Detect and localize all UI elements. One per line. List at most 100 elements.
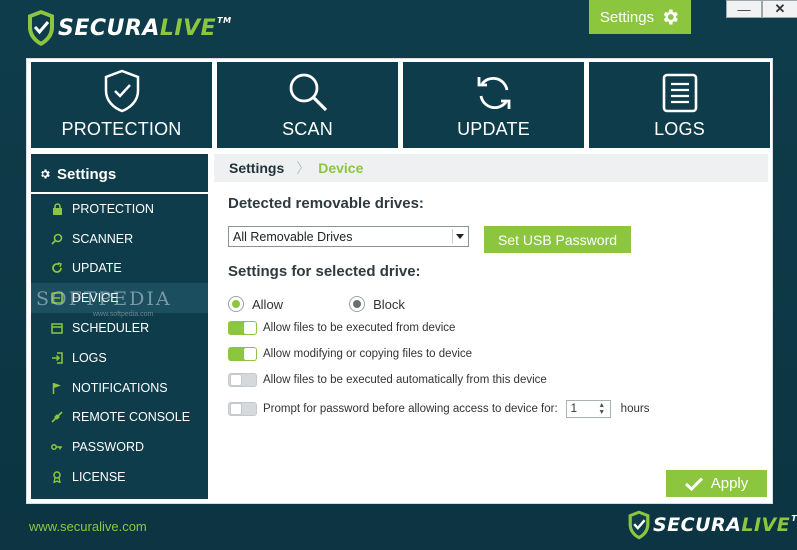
logo-trademark: TM bbox=[217, 15, 232, 25]
toggle-knob bbox=[244, 322, 256, 334]
magnifier-icon bbox=[289, 73, 327, 112]
hours-value: 1 bbox=[570, 403, 578, 415]
allow-radio[interactable] bbox=[228, 296, 244, 312]
tile-logs[interactable]: LOGS bbox=[589, 62, 770, 148]
tile-scan[interactable]: SCAN bbox=[217, 62, 398, 148]
sidebar-item-license[interactable]: LICENSE bbox=[31, 462, 208, 492]
hours-stepper[interactable]: 1 ▲ ▼ bbox=[565, 400, 611, 418]
execute-files-label: Allow files to be executed from device bbox=[263, 322, 456, 334]
drive-select-value: All Removable Drives bbox=[233, 229, 353, 244]
sidebar-item-label: SCANNER bbox=[72, 231, 134, 246]
minimize-icon: — bbox=[737, 1, 751, 17]
option-prompt-row: Prompt for password before allowing acce… bbox=[228, 400, 649, 418]
sidebar-item-protection[interactable]: PROTECTION bbox=[31, 194, 208, 224]
badge-icon bbox=[50, 470, 64, 484]
refresh-icon bbox=[50, 261, 64, 275]
settings-button[interactable]: Settings bbox=[589, 0, 691, 34]
footer-logo: SECURALIVETM bbox=[627, 509, 797, 541]
stepper-up-icon[interactable]: ▲ bbox=[598, 402, 605, 409]
toggle-knob bbox=[230, 403, 242, 415]
search-icon bbox=[50, 232, 64, 246]
remote-icon bbox=[50, 410, 64, 424]
gear-icon bbox=[41, 169, 50, 179]
option-autorun-row: Allow files to be executed automatically… bbox=[228, 373, 547, 387]
apply-button-label: Apply bbox=[710, 475, 749, 492]
toggle-knob bbox=[244, 348, 256, 360]
securalive-logo: SECURALIVETM bbox=[26, 8, 232, 48]
apply-button[interactable]: Apply bbox=[666, 470, 767, 497]
main-panel: PROTECTION SCAN UPDATE LOGS Settings PRO… bbox=[26, 58, 773, 504]
footer-logo-text: SECURALIVETM bbox=[653, 514, 797, 536]
checkmark-icon bbox=[684, 476, 703, 491]
autorun-toggle[interactable] bbox=[228, 373, 257, 387]
tile-logs-label: LOGS bbox=[654, 119, 705, 139]
sidebar-item-notifications[interactable]: NOTIFICATIONS bbox=[31, 373, 208, 403]
lock-icon bbox=[50, 202, 64, 216]
toggle-knob bbox=[230, 374, 242, 386]
sidebar-item-label: UPDATE bbox=[72, 261, 122, 276]
tile-scan-label: SCAN bbox=[282, 119, 333, 139]
drive-select[interactable]: All Removable Drives bbox=[228, 226, 469, 247]
close-icon: ✕ bbox=[774, 1, 786, 16]
sidebar-item-update[interactable]: UPDATE bbox=[31, 254, 208, 284]
minimize-button[interactable]: — bbox=[726, 0, 762, 18]
sidebar-header-inner: Settings bbox=[31, 156, 208, 192]
sidebar-item-remote-console[interactable]: REMOTE CONSOLE bbox=[31, 403, 208, 433]
execute-files-toggle[interactable] bbox=[228, 321, 257, 335]
allow-radio-dot bbox=[232, 300, 240, 308]
block-radio[interactable] bbox=[349, 296, 366, 312]
list-icon bbox=[662, 73, 697, 113]
app-window: SECURALIVETM Settings — ✕ PROTECTION SCA… bbox=[0, 0, 797, 550]
sidebar-header: Settings bbox=[31, 156, 208, 194]
sidebar-item-label: LICENSE bbox=[72, 470, 126, 485]
logo-text-right: LIVE bbox=[159, 15, 217, 41]
refresh-icon bbox=[477, 77, 510, 109]
tile-update[interactable]: UPDATE bbox=[403, 62, 584, 148]
watermark-url: www.softpedia.com bbox=[93, 311, 154, 318]
flag-icon bbox=[50, 381, 64, 395]
selected-drive-heading: Settings for selected drive: bbox=[228, 263, 421, 280]
gear-icon bbox=[663, 9, 679, 25]
footer-logo-text-right: LIVE bbox=[741, 514, 791, 536]
sidebar-item-label: PROTECTION bbox=[72, 201, 154, 216]
autorun-label: Allow files to be executed automatically… bbox=[263, 374, 547, 386]
settings-sidebar: Settings PROTECTION SCANNER UPDATE DEVIC… bbox=[31, 154, 208, 499]
modify-files-label: Allow modifying or copying files to devi… bbox=[263, 348, 473, 360]
breadcrumb-root[interactable]: Settings bbox=[229, 160, 284, 176]
watermark: SOFTPEDIA bbox=[36, 288, 172, 310]
dropdown-arrow-icon bbox=[452, 229, 466, 244]
sidebar-item-label: REMOTE CONSOLE bbox=[72, 410, 191, 425]
footer-logo-text-left: SECURA bbox=[653, 514, 742, 536]
tile-protection[interactable]: PROTECTION bbox=[31, 62, 212, 148]
stepper-arrows[interactable]: ▲ ▼ bbox=[596, 401, 608, 417]
stepper-down-icon[interactable]: ▼ bbox=[598, 409, 605, 416]
allow-block-radio-group: Allow Block bbox=[228, 296, 405, 312]
sidebar-item-label: PASSWORD bbox=[72, 440, 144, 455]
settings-button-label: Settings bbox=[599, 8, 655, 26]
option-modify-row: Allow modifying or copying files to devi… bbox=[228, 347, 472, 361]
calendar-icon bbox=[50, 321, 64, 335]
device-settings-panel: Settings 〉 Device Detected removable dri… bbox=[214, 154, 768, 499]
sidebar-item-scanner[interactable]: SCANNER bbox=[31, 224, 208, 254]
sidebar-item-label: NOTIFICATIONS bbox=[72, 380, 168, 395]
sidebar-item-password[interactable]: PASSWORD bbox=[31, 432, 208, 462]
option-execute-row: Allow files to be executed from device bbox=[228, 321, 455, 335]
breadcrumb-current: Device bbox=[318, 160, 364, 176]
set-usb-password-button[interactable]: Set USB Password bbox=[484, 226, 631, 253]
sidebar-item-label: SCHEDULER bbox=[72, 321, 150, 336]
logo-shield-icon bbox=[28, 10, 54, 46]
close-button[interactable]: ✕ bbox=[762, 0, 797, 18]
footer-logo-trademark: TM bbox=[791, 514, 797, 523]
breadcrumb: Settings 〉 Device bbox=[214, 154, 768, 182]
prompt-password-toggle[interactable] bbox=[228, 402, 257, 416]
modify-files-toggle[interactable] bbox=[228, 347, 257, 361]
website-link[interactable]: www.securalive.com bbox=[29, 519, 147, 534]
logo-text-left: SECURA bbox=[58, 15, 160, 41]
breadcrumb-separator-icon: 〉 bbox=[296, 160, 311, 176]
logo-text: SECURALIVETM bbox=[58, 16, 232, 41]
sidebar-item-label: LOGS bbox=[72, 350, 107, 365]
sidebar-item-logs[interactable]: LOGS bbox=[31, 343, 208, 373]
log-in-icon bbox=[50, 351, 64, 365]
tile-update-label: UPDATE bbox=[457, 119, 530, 139]
tile-protection-label: PROTECTION bbox=[61, 119, 182, 139]
